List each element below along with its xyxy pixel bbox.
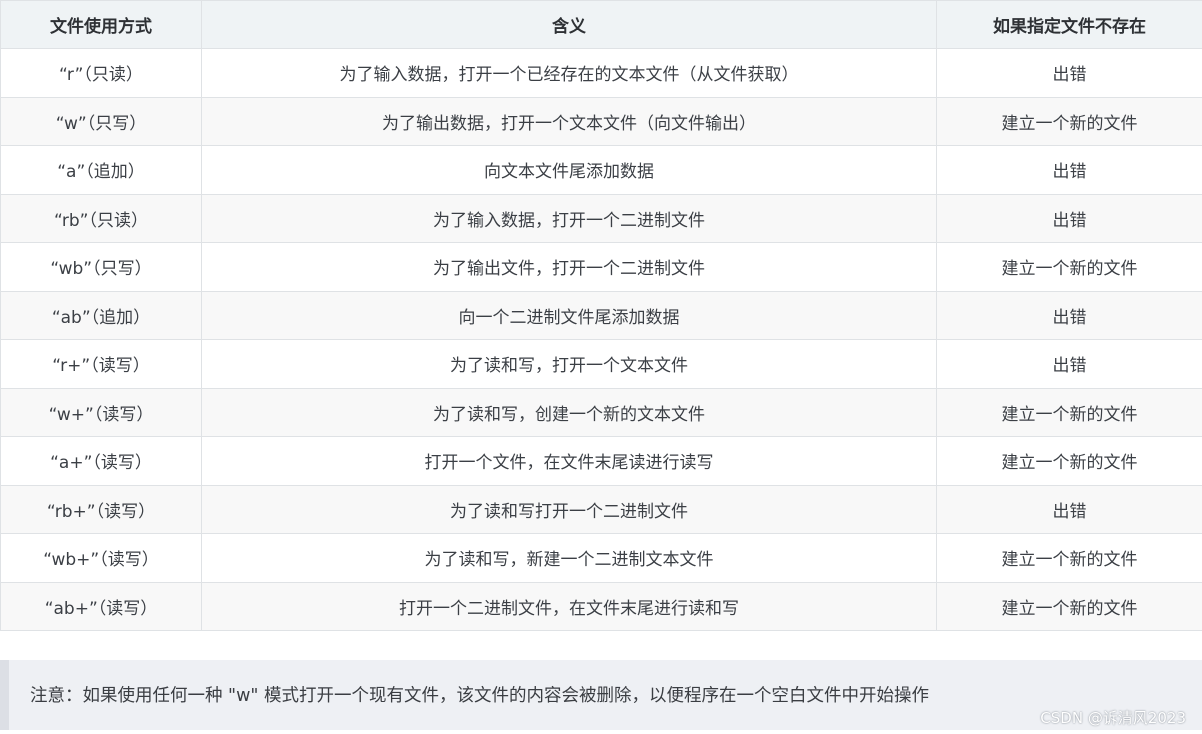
table-row: “r+”（读写） 为了读和写，打开一个文本文件 出错: [0, 339, 1202, 389]
cell-mode: “wb”（只写）: [0, 242, 202, 292]
cell-mode: “r+”（读写）: [0, 339, 202, 389]
cell-mode: “w”（只写）: [0, 96, 202, 146]
cell-meaning: 为了读和写，新建一个二进制文本文件: [201, 533, 937, 583]
table-row: “r”（只读） 为了输入数据，打开一个已经存在的文本文件（从文件获取） 出错: [0, 48, 1202, 98]
cell-if-missing: 建立一个新的文件: [936, 436, 1202, 486]
cell-meaning: 向文本文件尾添加数据: [201, 145, 937, 195]
header-if-missing: 如果指定文件不存在: [936, 0, 1202, 49]
cell-meaning: 为了输出数据，打开一个文本文件（向文件输出）: [201, 96, 937, 146]
table-row: “rb”（只读） 为了输入数据，打开一个二进制文件 出错: [0, 193, 1202, 243]
cell-if-missing: 出错: [936, 290, 1202, 340]
note-text: 注意：如果使用任何一种 "w" 模式打开一个现有文件，该文件的内容会被删除，以便…: [30, 686, 930, 706]
table-row: “wb+”（读写） 为了读和写，新建一个二进制文本文件 建立一个新的文件: [0, 533, 1202, 583]
cell-if-missing: 出错: [936, 339, 1202, 389]
table-row: “w+”（读写） 为了读和写，创建一个新的文本文件 建立一个新的文件: [0, 387, 1202, 437]
cell-meaning: 为了读和写，创建一个新的文本文件: [201, 387, 937, 437]
header-meaning: 含义: [201, 0, 937, 49]
table-row: “w”（只写） 为了输出数据，打开一个文本文件（向文件输出） 建立一个新的文件: [0, 96, 1202, 146]
cell-mode: “a+”（读写）: [0, 436, 202, 486]
cell-mode: “ab+”（读写）: [0, 581, 202, 631]
header-mode: 文件使用方式: [0, 0, 202, 49]
table-header-row: 文件使用方式 含义 如果指定文件不存在: [0, 0, 1202, 49]
cell-if-missing: 出错: [936, 193, 1202, 243]
cell-mode: “rb+”（读写）: [0, 484, 202, 534]
cell-meaning: 打开一个二进制文件，在文件末尾进行读和写: [201, 581, 937, 631]
csdn-watermark: CSDN @诉清风2023: [1040, 709, 1186, 727]
cell-meaning: 为了读和写，打开一个文本文件: [201, 339, 937, 389]
table-row: “ab”（追加） 向一个二进制文件尾添加数据 出错: [0, 290, 1202, 340]
cell-meaning: 为了输出文件，打开一个二进制文件: [201, 242, 937, 292]
cell-if-missing: 建立一个新的文件: [936, 533, 1202, 583]
cell-if-missing: 建立一个新的文件: [936, 96, 1202, 146]
cell-if-missing: 出错: [936, 484, 1202, 534]
file-mode-table: 文件使用方式 含义 如果指定文件不存在 “r”（只读） 为了输入数据，打开一个已…: [0, 0, 1202, 631]
cell-mode: “w+”（读写）: [0, 387, 202, 437]
cell-if-missing: 建立一个新的文件: [936, 581, 1202, 631]
cell-if-missing: 出错: [936, 48, 1202, 98]
cell-mode: “a”（追加）: [0, 145, 202, 195]
cell-mode: “wb+”（读写）: [0, 533, 202, 583]
cell-mode: “ab”（追加）: [0, 290, 202, 340]
cell-mode: “rb”（只读）: [0, 193, 202, 243]
cell-meaning: 打开一个文件，在文件末尾读进行读写: [201, 436, 937, 486]
cell-mode: “r”（只读）: [0, 48, 202, 98]
note-blockquote: 注意：如果使用任何一种 "w" 模式打开一个现有文件，该文件的内容会被删除，以便…: [0, 660, 1202, 730]
table-row: “ab+”（读写） 打开一个二进制文件，在文件末尾进行读和写 建立一个新的文件: [0, 581, 1202, 631]
table-row: “a”（追加） 向文本文件尾添加数据 出错: [0, 145, 1202, 195]
table-row: “wb”（只写） 为了输出文件，打开一个二进制文件 建立一个新的文件: [0, 242, 1202, 292]
table-row: “a+”（读写） 打开一个文件，在文件末尾读进行读写 建立一个新的文件: [0, 436, 1202, 486]
cell-if-missing: 建立一个新的文件: [936, 387, 1202, 437]
cell-if-missing: 建立一个新的文件: [936, 242, 1202, 292]
cell-meaning: 向一个二进制文件尾添加数据: [201, 290, 937, 340]
cell-meaning: 为了输入数据，打开一个已经存在的文本文件（从文件获取）: [201, 48, 937, 98]
cell-meaning: 为了输入数据，打开一个二进制文件: [201, 193, 937, 243]
table-row: “rb+”（读写） 为了读和写打开一个二进制文件 出错: [0, 484, 1202, 534]
cell-meaning: 为了读和写打开一个二进制文件: [201, 484, 937, 534]
cell-if-missing: 出错: [936, 145, 1202, 195]
